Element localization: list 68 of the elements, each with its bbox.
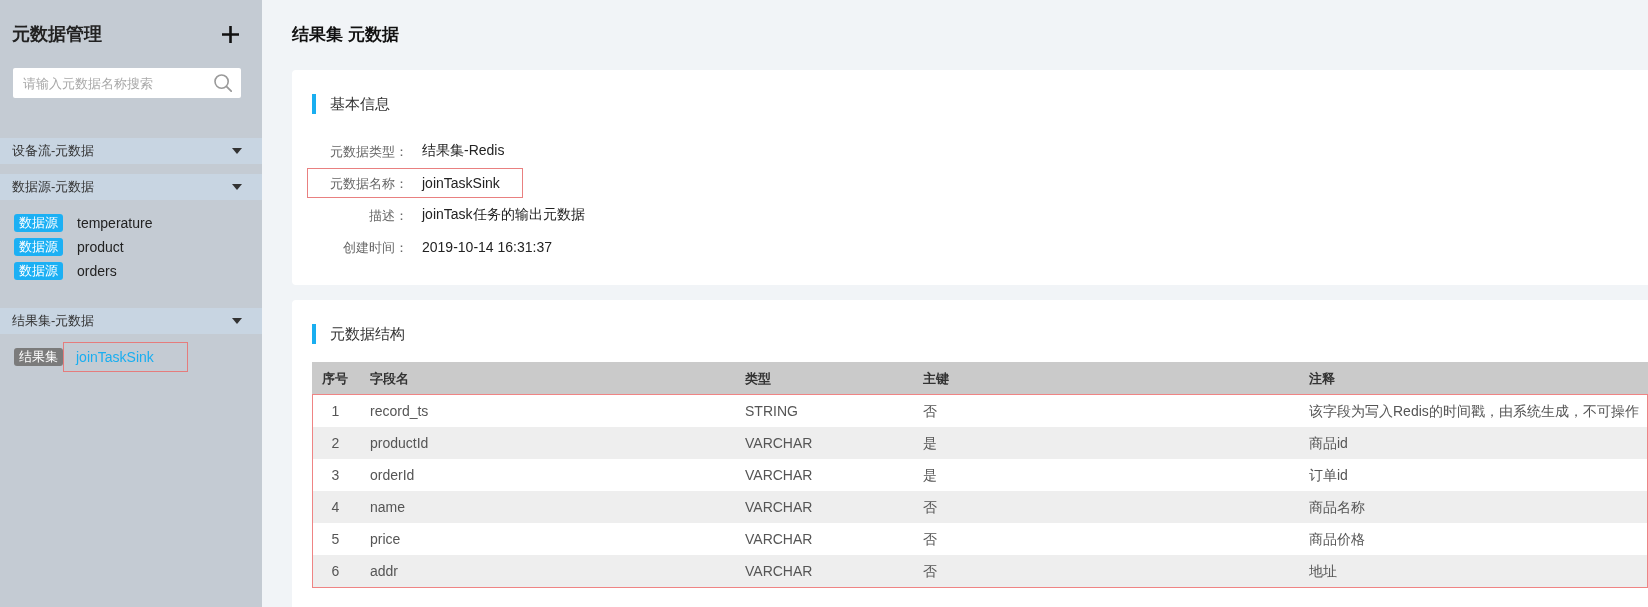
field-label: 描述： (369, 207, 408, 223)
table-cell: VARCHAR (745, 499, 813, 515)
table-cell: 2 (331, 435, 340, 451)
table-cell: record_ts (370, 403, 429, 419)
field-value: joinTask任务的输出元数据 (422, 206, 585, 224)
caret-down-icon (232, 318, 242, 324)
caret-down-icon (232, 148, 242, 154)
table-cell: 否 (923, 498, 937, 515)
type-badge: 数据源 (14, 238, 63, 256)
table-cell: 订单id (1309, 466, 1348, 483)
table-cell: name (370, 499, 406, 515)
table-cell: 是 (923, 466, 937, 483)
table-cell: price (370, 531, 401, 547)
table-cell: VARCHAR (745, 467, 813, 483)
field-value: 2019-10-14 16:31:37 (422, 239, 552, 255)
section-heading: 基本信息 (330, 94, 390, 114)
table-cell: 商品价格 (1309, 530, 1365, 547)
column-header: 字段名 (370, 370, 409, 386)
table-cell: productId (370, 435, 429, 451)
accent-bar-icon (312, 324, 316, 344)
search-icon[interactable] (214, 74, 232, 92)
section-header[interactable]: 数据源-元数据 (0, 174, 262, 200)
table-cell: VARCHAR (745, 435, 813, 451)
field-value: 结果集-Redis (422, 142, 505, 160)
section-header[interactable]: 设备流-元数据 (0, 138, 262, 164)
column-header: 序号 (322, 370, 348, 386)
plus-icon[interactable] (222, 25, 239, 43)
field-label: 元数据名称： (330, 175, 408, 191)
caret-down-icon (232, 184, 242, 190)
table-cell: 6 (331, 563, 340, 579)
table-cell: 是 (923, 434, 937, 451)
page-title: 结果集 元数据 (292, 24, 399, 46)
table-cell: STRING (745, 403, 798, 419)
field-label: 创建时间： (343, 239, 408, 255)
table-cell: 否 (923, 530, 937, 547)
section-title: 数据源-元数据 (12, 178, 95, 196)
metadata-link[interactable]: product (77, 236, 124, 258)
type-badge: 结果集 (14, 348, 63, 366)
table-cell: 否 (923, 562, 937, 579)
section-header[interactable]: 结果集-元数据 (0, 308, 262, 334)
table-cell: 该字段为写入Redis的时间戳，由系统生成，不可操作 (1309, 402, 1639, 419)
column-header: 注释 (1309, 370, 1335, 386)
table-cell: 3 (331, 467, 340, 483)
table-cell: 否 (923, 402, 937, 419)
search-field[interactable]: 请输入元数据名称搜索 (13, 68, 241, 98)
table-cell: 4 (331, 499, 340, 515)
table-cell: 5 (331, 531, 340, 547)
table-cell: orderId (370, 467, 415, 483)
column-header: 类型 (745, 370, 771, 386)
type-badge: 数据源 (14, 262, 63, 280)
metadata-link[interactable]: temperature (77, 212, 153, 234)
table-cell: 商品名称 (1309, 498, 1365, 515)
metadata-link[interactable]: orders (77, 260, 117, 282)
accent-bar-icon (312, 94, 316, 114)
table-cell: 商品id (1309, 434, 1348, 451)
table-cell: 地址 (1309, 562, 1337, 579)
field-value: joinTaskSink (422, 175, 500, 191)
table-cell: addr (370, 563, 399, 579)
table-cell: VARCHAR (745, 563, 813, 579)
table-cell: VARCHAR (745, 531, 813, 547)
type-badge: 数据源 (14, 214, 63, 232)
column-header: 主键 (923, 370, 949, 386)
section-title: 结果集-元数据 (12, 312, 95, 330)
table-cell: 1 (331, 403, 340, 419)
section-heading: 元数据结构 (330, 324, 405, 344)
section-title: 设备流-元数据 (12, 142, 95, 160)
sidebar-title: 元数据管理 (12, 23, 102, 46)
field-label: 元数据类型： (330, 143, 408, 159)
